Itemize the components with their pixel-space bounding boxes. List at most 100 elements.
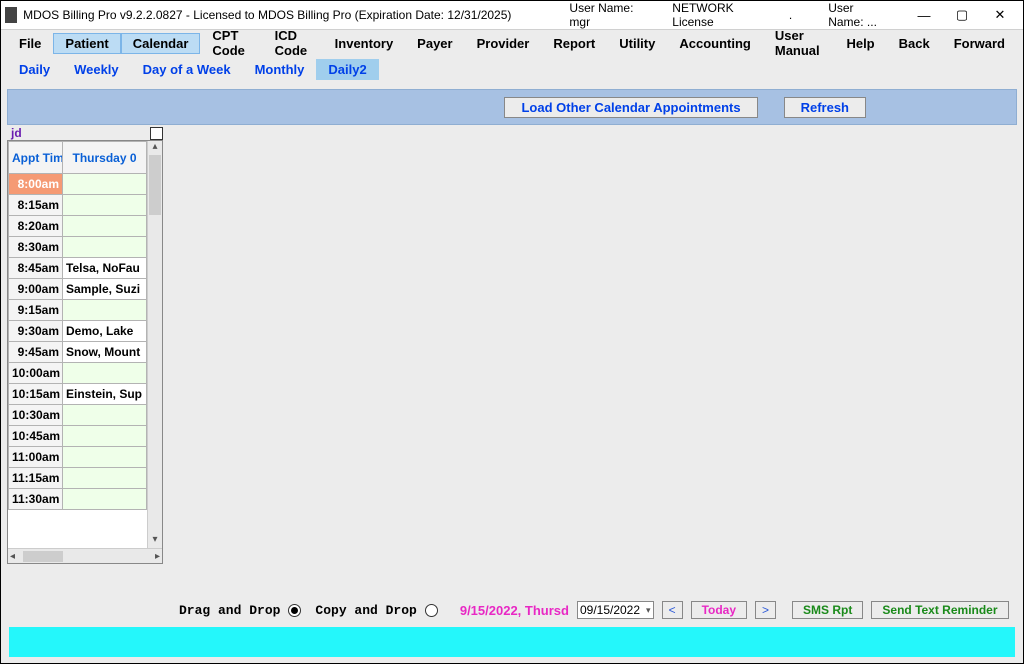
appointment-cell[interactable] <box>63 216 147 237</box>
prev-day-button[interactable]: < <box>662 601 683 619</box>
date-value: 09/15/2022 <box>580 603 640 617</box>
time-cell[interactable]: 9:45am <box>9 342 63 363</box>
user-code-label: jd <box>11 126 22 140</box>
table-row[interactable]: 11:00am <box>9 447 147 468</box>
user-checkbox[interactable] <box>150 127 163 140</box>
appointment-cell[interactable] <box>63 363 147 384</box>
maximize-button[interactable]: ▢ <box>943 2 981 28</box>
menu-file[interactable]: File <box>7 33 53 54</box>
time-cell[interactable]: 10:15am <box>9 384 63 405</box>
appointment-cell[interactable] <box>63 174 147 195</box>
menu-cpt-code[interactable]: CPT Code <box>200 25 262 61</box>
table-row[interactable]: 8:00am <box>9 174 147 195</box>
today-button[interactable]: Today <box>691 601 747 619</box>
next-day-button[interactable]: > <box>755 601 776 619</box>
table-row[interactable]: 9:15am <box>9 300 147 321</box>
table-row[interactable]: 10:00am <box>9 363 147 384</box>
send-text-reminder-button[interactable]: Send Text Reminder <box>871 601 1008 619</box>
menu-provider[interactable]: Provider <box>465 33 542 54</box>
scroll-up-icon[interactable]: ▴ <box>148 141 162 155</box>
date-picker[interactable]: 09/15/2022 ▾ <box>577 601 654 619</box>
time-cell[interactable]: 8:45am <box>9 258 63 279</box>
app-icon <box>5 7 17 23</box>
table-row[interactable]: 9:30amDemo, Lake <box>9 321 147 342</box>
menu-help[interactable]: Help <box>834 33 886 54</box>
time-cell[interactable]: 11:30am <box>9 489 63 510</box>
menu-forward[interactable]: Forward <box>942 33 1017 54</box>
menu-payer[interactable]: Payer <box>405 33 464 54</box>
date-display: 9/15/2022, Thursd <box>460 603 569 618</box>
time-cell[interactable]: 10:00am <box>9 363 63 384</box>
vertical-scrollbar[interactable]: ▴ ▾ <box>147 141 162 548</box>
appointment-cell[interactable]: Sample, Suzi <box>63 279 147 300</box>
time-cell[interactable]: 10:30am <box>9 405 63 426</box>
appointment-cell[interactable] <box>63 468 147 489</box>
scroll-thumb[interactable] <box>149 155 161 215</box>
time-cell[interactable]: 11:15am <box>9 468 63 489</box>
menu-utility[interactable]: Utility <box>607 33 667 54</box>
time-cell[interactable]: 8:20am <box>9 216 63 237</box>
time-cell[interactable]: 11:00am <box>9 447 63 468</box>
appointment-cell[interactable] <box>63 300 147 321</box>
tab-weekly[interactable]: Weekly <box>62 59 131 80</box>
appointment-cell[interactable]: Demo, Lake <box>63 321 147 342</box>
time-cell[interactable]: 9:30am <box>9 321 63 342</box>
appointment-grid[interactable]: Appt Time Thursday 0 8:00am8:15am8:20am8… <box>7 140 163 564</box>
table-row[interactable]: 9:45amSnow, Mount <box>9 342 147 363</box>
appointment-cell[interactable] <box>63 447 147 468</box>
table-row[interactable]: 10:15amEinstein, Sup <box>9 384 147 405</box>
tab-day-of-week[interactable]: Day of a Week <box>131 59 243 80</box>
horizontal-scrollbar[interactable]: ◂ ▸ <box>8 548 162 563</box>
appointment-cell[interactable]: Telsa, NoFau <box>63 258 147 279</box>
table-row[interactable]: 8:20am <box>9 216 147 237</box>
appointment-cell[interactable]: Einstein, Sup <box>63 384 147 405</box>
appointment-cell[interactable] <box>63 426 147 447</box>
scroll-left-icon[interactable]: ◂ <box>10 551 15 562</box>
load-other-appointments-button[interactable]: Load Other Calendar Appointments <box>504 97 757 118</box>
col-day[interactable]: Thursday 0 <box>63 142 147 174</box>
copy-drop-radio[interactable] <box>425 604 438 617</box>
menu-accounting[interactable]: Accounting <box>667 33 763 54</box>
appointment-cell[interactable] <box>63 489 147 510</box>
close-button[interactable]: ✕ <box>981 2 1019 28</box>
chevron-down-icon[interactable]: ▾ <box>646 605 651 616</box>
time-cell[interactable]: 10:45am <box>9 426 63 447</box>
menu-calendar[interactable]: Calendar <box>121 33 201 54</box>
menu-inventory[interactable]: Inventory <box>323 33 406 54</box>
table-row[interactable]: 8:45amTelsa, NoFau <box>9 258 147 279</box>
table-row[interactable]: 11:30am <box>9 489 147 510</box>
table-row[interactable]: 10:30am <box>9 405 147 426</box>
table-row[interactable]: 9:00amSample, Suzi <box>9 279 147 300</box>
menubar: File Patient Calendar CPT Code ICD Code … <box>1 29 1023 56</box>
table-row[interactable]: 8:30am <box>9 237 147 258</box>
menu-user-manual[interactable]: User Manual <box>763 25 835 61</box>
tabbar: Daily Weekly Day of a Week Monthly Daily… <box>1 56 1023 83</box>
h-scroll-thumb[interactable] <box>23 551 63 562</box>
menu-icd-code[interactable]: ICD Code <box>263 25 323 61</box>
refresh-button[interactable]: Refresh <box>784 97 866 118</box>
minimize-button[interactable]: ― <box>905 2 943 28</box>
scroll-down-icon[interactable]: ▾ <box>148 534 162 548</box>
scroll-right-icon[interactable]: ▸ <box>155 551 160 562</box>
time-cell[interactable]: 8:30am <box>9 237 63 258</box>
table-row[interactable]: 8:15am <box>9 195 147 216</box>
tab-daily2[interactable]: Daily2 <box>316 59 378 80</box>
appointment-cell[interactable] <box>63 405 147 426</box>
table-row[interactable]: 11:15am <box>9 468 147 489</box>
menu-report[interactable]: Report <box>541 33 607 54</box>
sms-report-button[interactable]: SMS Rpt <box>792 601 863 619</box>
appointment-cell[interactable] <box>63 237 147 258</box>
tab-daily[interactable]: Daily <box>7 59 62 80</box>
appointment-cell[interactable]: Snow, Mount <box>63 342 147 363</box>
tab-monthly[interactable]: Monthly <box>243 59 317 80</box>
drag-drop-radio[interactable] <box>288 604 301 617</box>
appointment-cell[interactable] <box>63 195 147 216</box>
time-cell[interactable]: 8:15am <box>9 195 63 216</box>
table-row[interactable]: 10:45am <box>9 426 147 447</box>
time-cell[interactable]: 9:00am <box>9 279 63 300</box>
time-cell[interactable]: 8:00am <box>9 174 63 195</box>
menu-back[interactable]: Back <box>887 33 942 54</box>
col-appt-time[interactable]: Appt Time <box>9 142 63 174</box>
time-cell[interactable]: 9:15am <box>9 300 63 321</box>
menu-patient[interactable]: Patient <box>53 33 120 54</box>
